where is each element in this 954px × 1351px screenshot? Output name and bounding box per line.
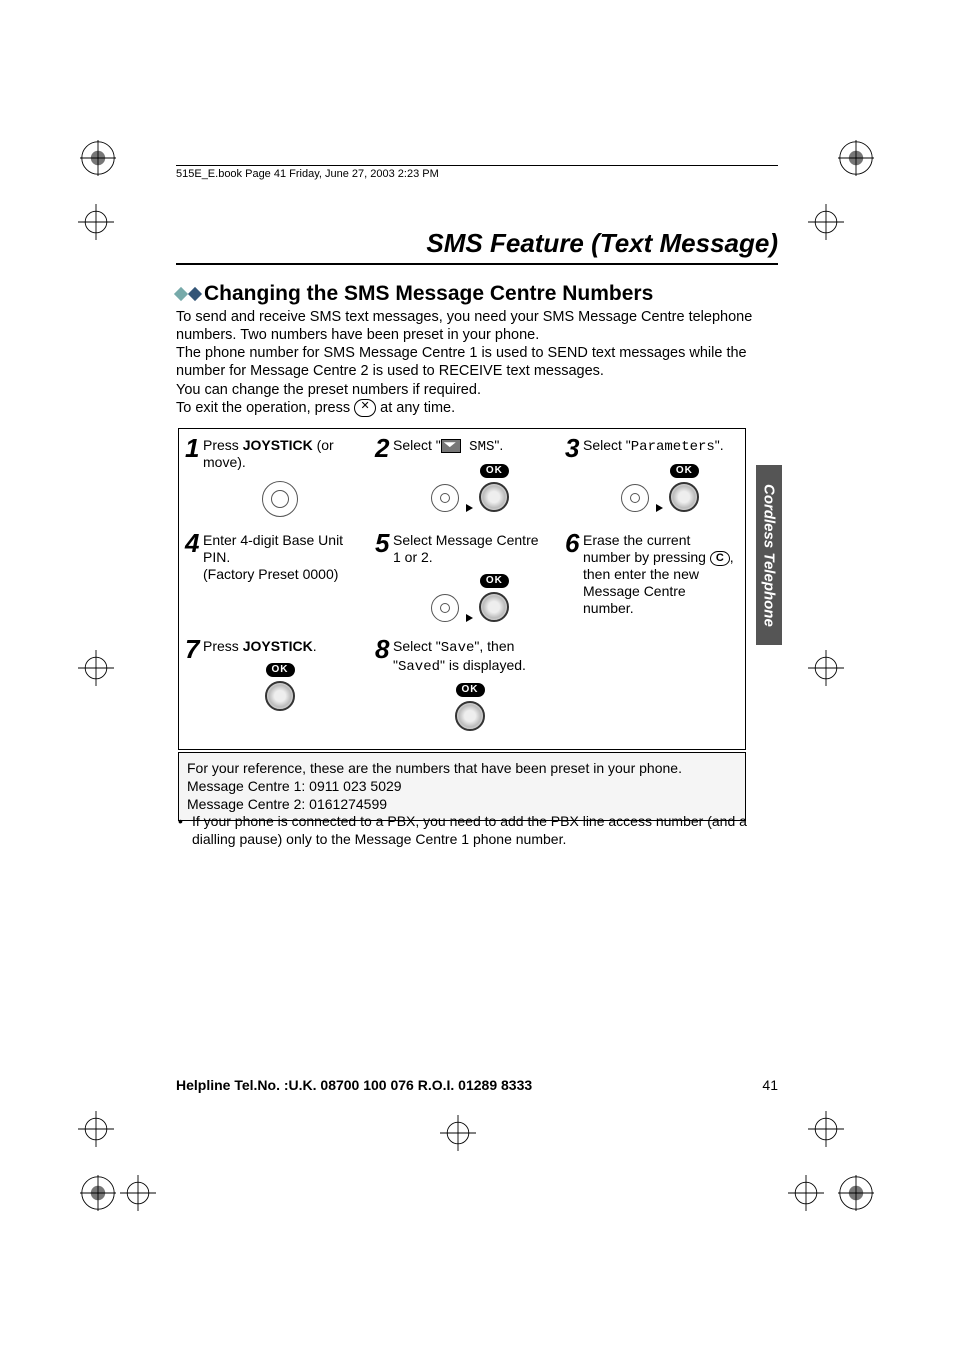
joystick-press-icon [265,681,295,711]
section-heading: Changing the SMS Message Centre Numbers [176,282,653,306]
step-7: 7 Press JOYSTICK. OK [187,638,357,735]
crop-mark-icon [80,1175,116,1211]
crop-mark-icon [120,1175,156,1211]
step-6: 6 Erase the current number by pressing C… [567,532,737,625]
section-heading-text: Changing the SMS Message Centre Numbers [204,282,653,306]
intro-line: To send and receive SMS text messages, y… [176,308,778,344]
crop-mark-icon [788,1175,824,1211]
page-number: 41 [762,1077,778,1093]
step-number: 7 [185,634,199,665]
arrow-icon [656,504,663,512]
ok-badge: OK [480,464,509,478]
joystick-press-icon [479,482,509,512]
page-footer: Helpline Tel.No. :U.K. 08700 100 076 R.O… [176,1077,778,1093]
step-number: 6 [565,528,579,559]
crop-mark-icon [838,1175,874,1211]
step-8: 8 Select "Save", then "Saved" is display… [377,638,547,735]
running-header: 515E_E.book Page 41 Friday, June 27, 200… [176,165,778,180]
running-header-text: 515E_E.book Page 41 Friday, June 27, 200… [176,168,439,180]
pbx-note: If your phone is connected to a PBX, you… [192,812,754,848]
step-number: 5 [375,528,389,559]
step-number: 8 [375,634,389,665]
crop-mark-icon [80,140,116,176]
helpline-text: Helpline Tel.No. :U.K. 08700 100 076 R.O… [176,1077,532,1093]
diamond-icon [188,287,202,301]
reference-line: For your reference, these are the number… [187,759,737,777]
crop-mark-icon [808,650,844,686]
arrow-icon [466,614,473,622]
crop-mark-icon [808,204,844,240]
steps-container: 1 Press JOYSTICK (or move). 2 Select " S… [178,428,746,750]
ok-badge: OK [670,464,699,478]
joystick-icon [431,484,459,512]
intro-line: To exit the operation, press ✕ at any ti… [176,399,778,417]
step-3: 3 Select "Parameters". OK [567,437,737,520]
step-1: 1 Press JOYSTICK (or move). [187,437,357,520]
joystick-icon [262,481,298,517]
step-4: 4 Enter 4-digit Base Unit PIN. (Factory … [187,532,357,625]
crop-mark-icon [440,1115,476,1151]
step-number: 2 [375,433,389,464]
intro-line: You can change the preset numbers if req… [176,381,778,399]
joystick-press-icon [455,701,485,731]
crop-mark-icon [78,650,114,686]
joystick-icon [621,484,649,512]
crop-mark-icon [808,1111,844,1147]
crop-mark-icon [78,1111,114,1147]
crop-mark-icon [838,140,874,176]
ok-badge: OK [480,574,509,588]
cancel-icon: ✕ [354,399,376,417]
joystick-press-icon [479,592,509,622]
intro-paragraphs: To send and receive SMS text messages, y… [176,308,778,417]
arrow-icon [466,504,473,512]
diamond-icon [174,287,188,301]
intro-line: The phone number for SMS Message Centre … [176,344,778,380]
step-5: 5 Select Message Centre 1 or 2. OK [377,532,547,625]
reference-line: Message Centre 1: 0911 023 5029 [187,777,737,795]
step-2: 2 Select " SMS". OK [377,437,547,520]
crop-mark-icon [78,204,114,240]
reference-box: For your reference, these are the number… [178,752,746,821]
ok-badge: OK [456,683,485,697]
reference-line: Message Centre 2: 0161274599 [187,795,737,813]
envelope-icon [441,439,461,453]
joystick-icon [431,594,459,622]
step-number: 1 [185,433,199,464]
step-number: 3 [565,433,579,464]
page-title: SMS Feature (Text Message) [176,228,778,265]
joystick-press-icon [669,482,699,512]
ok-badge: OK [266,663,295,677]
step-number: 4 [185,528,199,559]
side-tab: Cordless Telephone [756,465,782,645]
c-button-icon: C [710,551,730,566]
